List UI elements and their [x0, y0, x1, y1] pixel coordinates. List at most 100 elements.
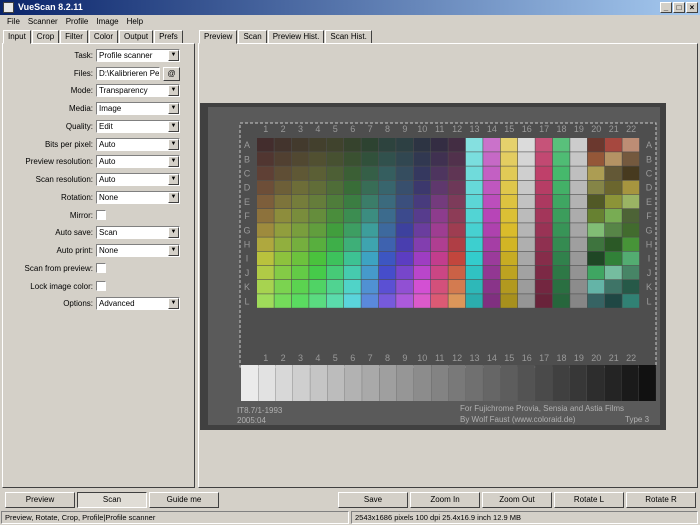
preview-image[interactable]: 1 1 2 2 3 3 4 4 5 5 6 6 7 7 8 8 9 9 10 10 11 11 12 12 13 13 14 14 15… — [200, 103, 666, 430]
row-label-right-H: H — [646, 240, 653, 250]
col-label-top-19: 19 — [574, 124, 584, 134]
bits-label: Bits per pixel: — [44, 140, 93, 149]
quality-select[interactable]: Edit ▼ — [96, 120, 180, 133]
preview-resolution-select[interactable]: Auto ▼ — [96, 155, 180, 168]
patch-L9 — [396, 294, 413, 308]
patch-A4 — [309, 138, 326, 152]
patch-H1 — [257, 237, 274, 251]
rotate-right-button[interactable]: Rotate R — [626, 492, 696, 508]
media-select[interactable]: Image ▼ — [96, 102, 180, 115]
scan-button[interactable]: Scan — [77, 492, 147, 508]
patch-K22 — [622, 280, 640, 294]
menu-help[interactable]: Help — [123, 15, 147, 29]
tab-output[interactable]: Output — [119, 30, 154, 44]
chevron-down-icon[interactable]: ▼ — [168, 50, 179, 61]
minimize-icon[interactable]: _ — [660, 2, 672, 13]
tab-filter[interactable]: Filter — [60, 30, 88, 44]
col-label-top-10: 10 — [417, 124, 427, 134]
scan-from-preview-checkbox[interactable] — [96, 263, 106, 273]
menu-file[interactable]: File — [3, 15, 24, 29]
col-label-bottom-2: 2 — [281, 353, 286, 363]
col-label-top-21: 21 — [609, 124, 619, 134]
patch-C13 — [465, 166, 483, 180]
mode-select[interactable]: Transparency ▼ — [96, 84, 180, 97]
tab-color[interactable]: Color — [88, 30, 119, 44]
target-label-right3: Type 3 — [625, 415, 650, 424]
rotate-left-button[interactable]: Rotate L — [554, 492, 624, 508]
media-label: Media: — [68, 104, 93, 113]
tab-preview[interactable]: Preview — [199, 30, 238, 44]
scan-from-preview-label: Scan from preview: — [24, 264, 93, 273]
lock-image-color-checkbox[interactable] — [96, 281, 106, 291]
guide-me-button[interactable]: Guide me — [149, 492, 219, 508]
chevron-down-icon[interactable]: ▼ — [168, 156, 179, 167]
zoom-in-button[interactable]: Zoom In — [410, 492, 480, 508]
col-label-bottom-14: 14 — [487, 353, 497, 363]
menu-image[interactable]: Image — [92, 15, 122, 29]
files-browse-button[interactable]: @ — [163, 67, 180, 81]
patch-L21 — [605, 294, 622, 308]
tab-scan[interactable]: Scan — [238, 30, 267, 44]
options-select[interactable]: Advanced ▼ — [96, 297, 180, 310]
patch-A5 — [326, 138, 344, 152]
tab-scan-hist[interactable]: Scan Hist. — [325, 30, 372, 44]
preview-button[interactable]: Preview — [5, 492, 75, 508]
scan-resolution-select[interactable]: Auto ▼ — [96, 173, 180, 186]
patch-E15 — [500, 194, 518, 209]
patch-K9 — [396, 280, 413, 294]
col-label-bottom-13: 13 — [469, 353, 479, 363]
chevron-down-icon[interactable]: ▼ — [168, 85, 179, 96]
rotation-select[interactable]: None ▼ — [96, 191, 180, 204]
patch-B9 — [396, 152, 413, 166]
tab-input[interactable]: Input — [3, 30, 31, 44]
auto-print-select[interactable]: None ▼ — [96, 244, 180, 257]
chevron-down-icon[interactable]: ▼ — [168, 174, 179, 185]
chevron-down-icon[interactable]: ▼ — [168, 103, 179, 114]
gray-step-2 — [275, 365, 293, 401]
col-label-bottom-4: 4 — [315, 353, 320, 363]
app-icon — [3, 2, 14, 13]
patch-B3 — [291, 152, 309, 166]
chevron-down-icon[interactable]: ▼ — [168, 245, 179, 256]
save-button[interactable]: Save — [338, 492, 408, 508]
files-field[interactable]: D:\Kalibrieren Peni — [96, 67, 160, 80]
patch-K5 — [326, 280, 344, 294]
col-label-top-22: 22 — [626, 124, 636, 134]
patch-L8 — [378, 294, 396, 308]
chevron-down-icon[interactable]: ▼ — [168, 227, 179, 238]
patch-D12 — [448, 180, 466, 195]
patch-L10 — [413, 294, 431, 308]
chevron-down-icon[interactable]: ▼ — [168, 192, 179, 203]
patch-A21 — [605, 138, 622, 152]
menu-scanner[interactable]: Scanner — [24, 15, 62, 29]
patch-F6 — [344, 209, 361, 223]
mirror-checkbox[interactable] — [96, 210, 106, 220]
task-select[interactable]: Profile scanner ▼ — [96, 49, 180, 62]
patch-L20 — [587, 294, 605, 308]
patch-B15 — [500, 152, 518, 166]
patch-L2 — [274, 294, 292, 308]
auto-save-select[interactable]: Scan ▼ — [96, 226, 180, 239]
maximize-icon[interactable]: □ — [673, 2, 685, 13]
zoom-out-button[interactable]: Zoom Out — [482, 492, 552, 508]
preview-resolution-label: Preview resolution: — [25, 157, 93, 166]
patch-H17 — [535, 237, 553, 251]
tab-preview-hist[interactable]: Preview Hist. — [267, 30, 325, 44]
tab-crop[interactable]: Crop — [31, 30, 60, 44]
button-bar: Preview Scan Guide me Save Zoom In Zoom … — [0, 492, 700, 509]
col-label-bottom-8: 8 — [385, 353, 390, 363]
chevron-down-icon[interactable]: ▼ — [168, 139, 179, 150]
patch-E11 — [431, 194, 448, 209]
chevron-down-icon[interactable]: ▼ — [168, 298, 179, 309]
chevron-down-icon[interactable]: ▼ — [168, 121, 179, 132]
menu-profile[interactable]: Profile — [62, 15, 93, 29]
bits-select[interactable]: Auto ▼ — [96, 138, 180, 151]
patch-I3 — [291, 251, 309, 266]
patch-I5 — [326, 251, 344, 266]
patch-D5 — [326, 180, 344, 195]
row-label-right-A: A — [646, 140, 652, 150]
tab-prefs[interactable]: Prefs — [154, 30, 183, 44]
patch-I10 — [413, 251, 431, 266]
close-icon[interactable]: × — [686, 2, 698, 13]
patch-D4 — [309, 180, 326, 195]
